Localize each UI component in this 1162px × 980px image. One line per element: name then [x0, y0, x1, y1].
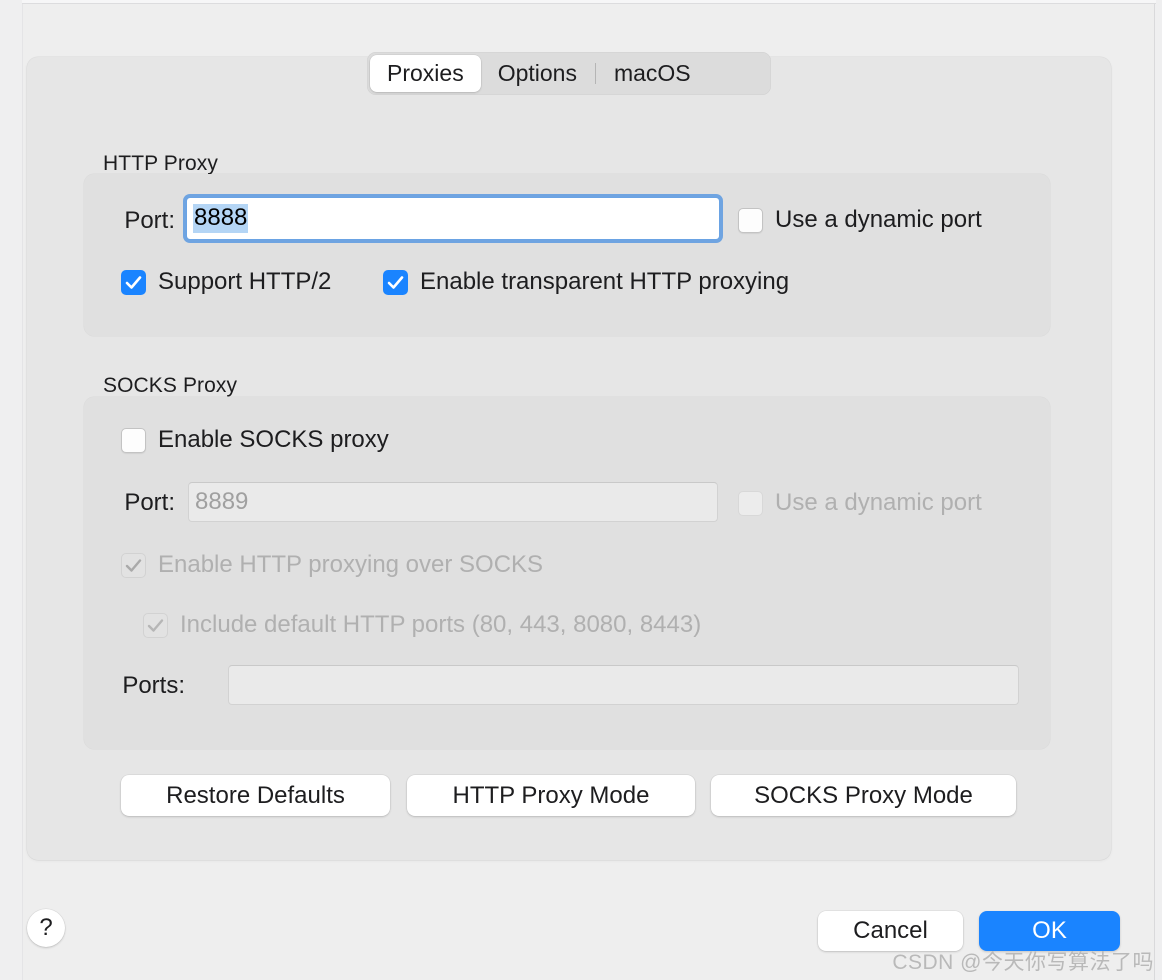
socks-dynamic-port-checkbox [738, 490, 763, 516]
cancel-label: Cancel [853, 917, 928, 944]
tab-proxies[interactable]: Proxies [370, 55, 481, 92]
enable-socks-label: Enable SOCKS proxy [158, 426, 389, 453]
http-over-socks-checkbox [121, 552, 146, 578]
socks-proxy-section-label: SOCKS Proxy [103, 374, 238, 397]
checkmark-icon [387, 275, 404, 289]
socks-ports-label: Ports: [122, 672, 185, 699]
support-http2-label: Support HTTP/2 [158, 268, 332, 295]
restore-defaults-button[interactable]: Restore Defaults [121, 775, 390, 816]
question-mark-icon: ? [39, 914, 53, 941]
ok-button[interactable]: OK [979, 911, 1120, 951]
http-port-input[interactable]: 8888 [186, 197, 720, 240]
http-dynamic-port-row[interactable]: Use a dynamic port [738, 206, 982, 234]
http-dynamic-port-checkbox[interactable] [738, 207, 763, 233]
tab-bar: Proxies Options macOS [367, 52, 771, 95]
ok-label: OK [1032, 917, 1067, 944]
socks-dynamic-port-row: Use a dynamic port [738, 489, 982, 517]
window-left-edge [0, 0, 23, 980]
watermark: CSDN @今天你写算法了吗 [892, 951, 1154, 974]
support-http2-row[interactable]: Support HTTP/2 [121, 268, 331, 296]
checkmark-icon [147, 618, 164, 632]
transparent-proxying-checkbox[interactable] [383, 269, 408, 295]
socks-proxy-mode-label: SOCKS Proxy Mode [754, 781, 973, 809]
transparent-proxying-label: Enable transparent HTTP proxying [420, 268, 790, 295]
tab-macos-label: macOS [613, 60, 691, 86]
tab-options-label: Options [497, 60, 577, 86]
enable-socks-row[interactable]: Enable SOCKS proxy [121, 426, 389, 454]
enable-socks-checkbox[interactable] [121, 427, 146, 453]
restore-defaults-label: Restore Defaults [166, 781, 345, 809]
cancel-button[interactable]: Cancel [818, 911, 963, 951]
http-proxy-section-label: HTTP Proxy [103, 152, 218, 175]
http-over-socks-row: Enable HTTP proxying over SOCKS [121, 551, 543, 579]
include-default-ports-row: Include default HTTP ports (80, 443, 808… [143, 611, 701, 639]
socks-port-input[interactable]: 8889 [188, 482, 718, 522]
socks-port-value: 8889 [195, 488, 249, 515]
socks-port-label: Port: [124, 489, 175, 516]
socks-ports-input[interactable] [228, 665, 1019, 705]
tab-macos[interactable]: macOS [597, 55, 708, 92]
help-button[interactable]: ? [27, 909, 65, 947]
http-over-socks-label: Enable HTTP proxying over SOCKS [158, 551, 544, 578]
support-http2-checkbox[interactable] [121, 269, 146, 295]
tab-proxies-label: Proxies [387, 60, 464, 86]
http-proxy-mode-label: HTTP Proxy Mode [452, 781, 650, 809]
checkmark-icon [125, 558, 142, 572]
tab-separator [594, 63, 596, 84]
http-proxy-mode-button[interactable]: HTTP Proxy Mode [407, 775, 695, 816]
transparent-proxying-row[interactable]: Enable transparent HTTP proxying [383, 268, 789, 296]
window-right-edge [1154, 0, 1162, 980]
window-top-edge [22, 0, 1156, 4]
http-dynamic-port-label: Use a dynamic port [775, 206, 982, 233]
http-port-value: 8888 [193, 204, 249, 233]
include-default-ports-label: Include default HTTP ports (80, 443, 808… [180, 611, 702, 638]
socks-dynamic-port-label: Use a dynamic port [775, 489, 982, 516]
socks-proxy-mode-button[interactable]: SOCKS Proxy Mode [711, 775, 1016, 816]
include-default-ports-checkbox [143, 612, 168, 638]
tab-options[interactable]: Options [481, 55, 594, 92]
http-port-label: Port: [124, 207, 175, 234]
checkmark-icon [125, 275, 142, 289]
